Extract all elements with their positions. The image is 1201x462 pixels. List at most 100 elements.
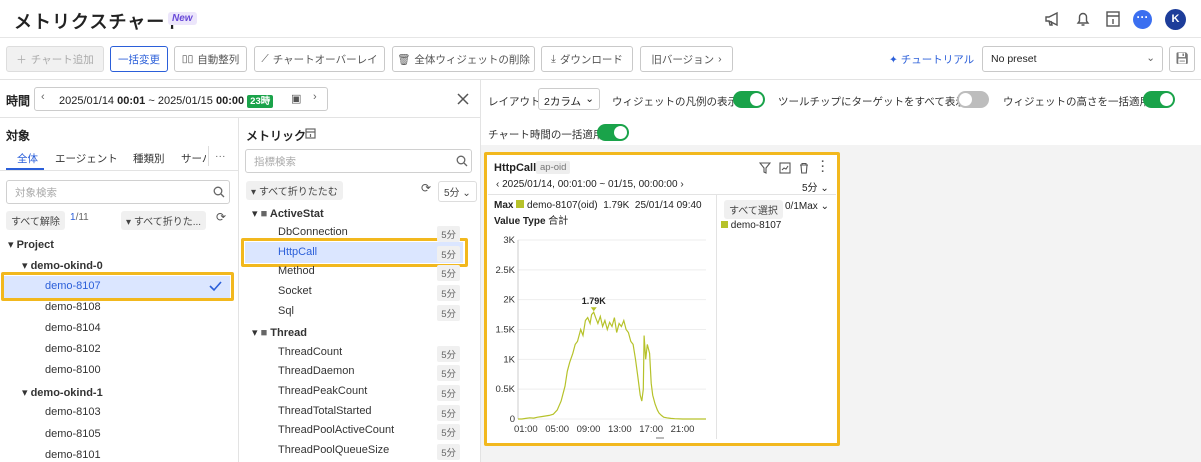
- widget-tag: ap-oid: [536, 161, 571, 174]
- time-toggle-label: チャート時間の一括適用: [488, 129, 604, 141]
- folder-icon: ■: [260, 327, 271, 339]
- metric-folder[interactable]: ▾ ■ Thread: [252, 326, 307, 339]
- metric-item[interactable]: Method 5分: [278, 265, 460, 281]
- chevron-right-icon[interactable]: ›: [313, 91, 317, 103]
- tutorial-link[interactable]: ✦ チュートリアル: [889, 52, 974, 67]
- bulk-change-button[interactable]: 一括変更: [110, 46, 168, 72]
- clear-all-button[interactable]: すべて解除: [6, 211, 65, 230]
- save-preset-button[interactable]: 💾︎: [1169, 46, 1195, 72]
- more-vertical-icon[interactable]: · · ·: [820, 157, 826, 178]
- x-tick-label: 09:00: [577, 424, 601, 435]
- target-item[interactable]: demo-8108: [45, 301, 101, 313]
- delete-all-widgets-button[interactable]: 🗑 全体ウィジェットの削除: [392, 46, 535, 72]
- page-title: メトリクスチャート: [14, 12, 185, 32]
- height-toggle[interactable]: [1143, 91, 1175, 108]
- more-tabs-button[interactable]: ···: [215, 150, 226, 162]
- metric-item[interactable]: DbConnection 5分: [278, 226, 460, 242]
- document-icon[interactable]: [1104, 10, 1122, 28]
- metric-search-input[interactable]: 指標検索: [245, 149, 472, 173]
- caret-down-icon: ▾: [22, 387, 31, 399]
- widget-title: HttpCall: [494, 162, 537, 174]
- trash-icon[interactable]: [798, 162, 810, 174]
- project-node[interactable]: ▾ Project: [8, 238, 54, 251]
- preset-select[interactable]: No preset ⌄: [982, 46, 1163, 72]
- series-swatch: [721, 221, 728, 228]
- add-chart-button[interactable]: ＋チャート追加: [6, 46, 104, 72]
- tab-agent[interactable]: エージェント: [55, 151, 118, 166]
- time-range-picker[interactable]: ‹ 2025/01/14 00:01 ~ 2025/01/15 00:00 23…: [34, 87, 328, 111]
- target-item[interactable]: demo-8101: [45, 449, 101, 461]
- tab-type[interactable]: 種類別: [133, 151, 165, 166]
- peak-label: 1.79K: [582, 296, 607, 306]
- target-item[interactable]: demo-8102: [45, 343, 101, 355]
- chevron-right-icon: ›: [718, 53, 722, 65]
- filter-icon[interactable]: [759, 162, 771, 174]
- widget-time-range[interactable]: ‹ 2025/01/14, 00:01:00 ~ 01/15, 00:00:00…: [496, 179, 684, 190]
- auto-arrange-button[interactable]: ▯▯ 自動整列: [174, 46, 247, 72]
- collapse-all-metrics-button[interactable]: ▾ すべて折りたたむ: [246, 181, 343, 200]
- y-tick-label: 0.5K: [495, 384, 515, 395]
- metric-item[interactable]: ThreadTotalStarted 5分: [278, 405, 460, 421]
- metric-item[interactable]: ThreadPoolActiveCount 5分: [278, 424, 460, 440]
- tab-server[interactable]: サーバ: [181, 151, 206, 166]
- calendar-icon[interactable]: ▣: [291, 92, 301, 105]
- metric-folder[interactable]: ▾ ■ ActiveStat: [252, 207, 324, 220]
- legend-toggle[interactable]: [733, 91, 765, 108]
- close-icon[interactable]: [456, 92, 470, 106]
- time-toggle[interactable]: [597, 124, 629, 141]
- line-chart-icon: ⟋: [261, 52, 269, 65]
- select-all-series-button[interactable]: すべて選択: [724, 200, 783, 219]
- avatar[interactable]: K: [1165, 9, 1186, 30]
- chevron-right-icon[interactable]: ›: [678, 179, 683, 190]
- max-series-select[interactable]: 0/1Max ⌄: [785, 201, 829, 212]
- trash-icon: 🗑: [397, 53, 411, 66]
- legend-toggle-label: ウィジェットの凡例の表示: [612, 96, 738, 108]
- tab-all[interactable]: 全体: [17, 151, 38, 166]
- scroll-handle[interactable]: [656, 437, 664, 439]
- metric-item[interactable]: Socket 5分: [278, 285, 460, 301]
- group-node[interactable]: ▾ demo-okind-1: [22, 386, 103, 399]
- metric-item[interactable]: ThreadCount 5分: [278, 346, 460, 362]
- chat-icon[interactable]: ···: [1133, 10, 1152, 29]
- sparkle-icon: ✦: [889, 54, 901, 66]
- widget-interval-select[interactable]: 5分 ⌄: [802, 179, 829, 194]
- collapse-all-targets-button[interactable]: ▾ すべて折りた...: [121, 211, 207, 230]
- metric-item[interactable]: Sql 5分: [278, 305, 460, 321]
- duration-badge: 23時: [247, 95, 274, 108]
- target-item[interactable]: demo-8100: [45, 364, 101, 376]
- target-item[interactable]: demo-8104: [45, 322, 101, 334]
- target-item[interactable]: demo-8103: [45, 406, 101, 418]
- chevron-down-icon: ⌄: [817, 201, 829, 212]
- download-button[interactable]: ⤓ ダウンロード: [541, 46, 633, 72]
- expand-chart-icon[interactable]: [779, 162, 791, 174]
- selection-count: 1/11: [70, 212, 89, 223]
- target-item[interactable]: demo-8105: [45, 428, 101, 440]
- metric-item[interactable]: ThreadPeakCount 5分: [278, 385, 460, 401]
- line-chart[interactable]: 00.5K1K1.5K2K2.5K3K 01:00 05:00 09:00 13:00…: [488, 228, 714, 440]
- refresh-icon[interactable]: ⟳: [216, 210, 226, 224]
- y-tick-label: 2K: [503, 295, 515, 306]
- metric-item[interactable]: ThreadPoolQueueSize 5分: [278, 444, 460, 460]
- chart-overlay-button[interactable]: ⟋ チャートオーバーレイ: [254, 46, 385, 72]
- search-icon: [456, 155, 468, 167]
- metric-item[interactable]: HttpCall 5分: [278, 246, 460, 262]
- old-version-button[interactable]: 旧バージョン ›: [640, 46, 733, 72]
- check-icon: [209, 281, 222, 292]
- caret-down-icon: ▾: [252, 208, 261, 220]
- refresh-icon[interactable]: ⟳: [421, 181, 431, 195]
- interval-select[interactable]: 5分 ⌄: [438, 181, 477, 202]
- tooltip-toggle[interactable]: [957, 91, 989, 108]
- metric-item[interactable]: ThreadDaemon 5分: [278, 365, 460, 381]
- target-search-input[interactable]: 対象検索: [6, 180, 230, 204]
- group-node[interactable]: ▾ demo-okind-0: [22, 259, 103, 272]
- chevron-left-icon[interactable]: ‹: [41, 91, 45, 103]
- megaphone-icon[interactable]: [1044, 10, 1062, 28]
- metric-doc-icon[interactable]: [305, 128, 316, 139]
- target-highlight: [1, 272, 234, 301]
- max-summary: Max demo-8107(oid) 1.79K 25/01/14 09:40: [494, 200, 702, 211]
- bell-icon[interactable]: [1074, 10, 1092, 28]
- new-badge: New: [168, 12, 197, 25]
- target-item[interactable]: demo-8107: [45, 280, 101, 292]
- legend-item[interactable]: demo-8107: [721, 220, 781, 231]
- layout-select[interactable]: 2カラム ⌄: [538, 88, 600, 110]
